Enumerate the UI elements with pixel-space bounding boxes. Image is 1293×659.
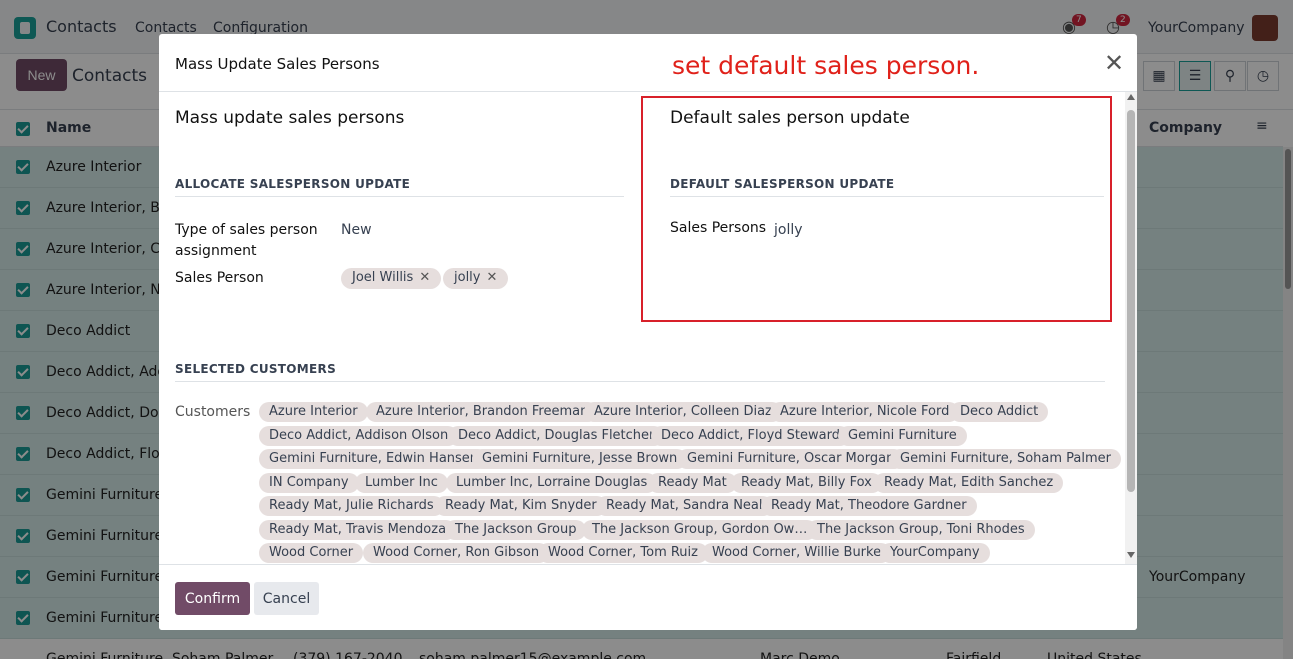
right-heading: Default sales person update xyxy=(670,108,910,128)
customer-tag: The Jackson Group, Gordon Ow… xyxy=(582,520,818,540)
default-subheading: DEFAULT SALESPERSON UPDATE xyxy=(670,177,1104,197)
customer-tag: Lumber Inc xyxy=(355,473,448,493)
customer-tag: Lumber Inc, Lorraine Douglas xyxy=(446,473,658,493)
confirm-button[interactable]: Confirm xyxy=(175,582,250,615)
annotation-highlight-box xyxy=(641,96,1112,322)
customer-tag: Ready Mat, Theodore Gardner xyxy=(761,496,977,516)
type-value[interactable]: New xyxy=(341,222,372,238)
customer-tag: Deco Addict, Douglas Fletcher xyxy=(448,426,665,446)
sales-person-tag: jolly ✕ xyxy=(443,268,509,289)
customer-tag: Deco Addict, Addison Olson xyxy=(259,426,459,446)
sales-persons-label: Sales Persons xyxy=(670,220,767,236)
customer-tag: Gemini Furniture, Oscar Morgan xyxy=(677,449,905,469)
customer-tag: Ready Mat, Edith Sanchez xyxy=(874,473,1064,493)
customer-tag: Azure Interior, Nicole Ford xyxy=(770,402,960,422)
selected-customers-subheading: SELECTED CUSTOMERS xyxy=(175,362,1105,382)
tag-label: Joel Willis xyxy=(352,270,414,285)
type-label: Type of sales person assignment xyxy=(175,222,318,259)
customer-tag: Gemini Furniture, Jesse Brown xyxy=(472,449,688,469)
customer-tag: Wood Corner, Willie Burke xyxy=(702,543,892,563)
annotation-text: set default sales person. xyxy=(672,51,980,80)
scroll-up-icon[interactable] xyxy=(1127,94,1135,100)
customers-label: Customers xyxy=(175,404,251,420)
customer-tag: Ready Mat, Julie Richards xyxy=(259,496,444,516)
customer-tag: Deco Addict xyxy=(950,402,1049,422)
customer-tag: IN Company xyxy=(259,473,359,493)
customer-tag: Wood Corner, Tom Ruiz xyxy=(538,543,708,563)
cancel-button[interactable]: Cancel xyxy=(254,582,319,615)
customer-tag: The Jackson Group, Toni Rhodes xyxy=(807,520,1035,540)
dialog-scrollbar[interactable] xyxy=(1125,92,1137,564)
tag-label: jolly xyxy=(454,270,481,285)
customer-tag: Deco Addict, Floyd Steward xyxy=(651,426,850,446)
mass-update-dialog: Mass Update Sales Persons set default sa… xyxy=(159,34,1137,630)
sales-person-label: Sales Person xyxy=(175,270,264,286)
dialog-title: Mass Update Sales Persons xyxy=(175,55,380,73)
customer-tag: Ready Mat, Travis Mendoza xyxy=(259,520,457,540)
scroll-down-icon[interactable] xyxy=(1127,552,1135,558)
remove-tag-icon[interactable]: ✕ xyxy=(419,270,430,285)
left-heading: Mass update sales persons xyxy=(175,108,405,128)
customer-tag: Gemini Furniture xyxy=(838,426,967,446)
customer-tag: Azure Interior, Brandon Freeman xyxy=(366,402,599,422)
customer-tag: The Jackson Group xyxy=(445,520,587,540)
customer-tag: Azure Interior, Colleen Diaz xyxy=(584,402,782,422)
dialog-footer: Confirm Cancel xyxy=(159,564,1137,630)
sales-persons-value[interactable]: jolly xyxy=(774,222,803,238)
customer-tag: Gemini Furniture, Soham Palmer xyxy=(890,449,1122,469)
dialog-body: Mass update sales persons ALLOCATE SALES… xyxy=(159,92,1125,564)
customer-tag: Gemini Furniture, Edwin Hansen xyxy=(259,449,489,469)
remove-tag-icon[interactable]: ✕ xyxy=(486,270,497,285)
customer-tag: Azure Interior xyxy=(259,402,368,422)
customer-tag: Ready Mat, Billy Fox xyxy=(731,473,882,493)
sales-person-tag: Joel Willis ✕ xyxy=(341,268,442,289)
customer-tag: Wood Corner xyxy=(259,543,364,563)
allocate-subheading: ALLOCATE SALESPERSON UPDATE xyxy=(175,177,624,197)
customer-tag: Wood Corner, Ron Gibson xyxy=(363,543,550,563)
dialog-scrollbar-thumb[interactable] xyxy=(1127,110,1135,492)
customer-tag: Ready Mat, Sandra Neal xyxy=(596,496,773,516)
customer-tag: Ready Mat, Kim Snyder xyxy=(435,496,607,516)
customer-tag: YourCompany xyxy=(880,543,990,563)
customer-tag: Ready Mat xyxy=(648,473,737,493)
close-icon[interactable]: ✕ xyxy=(1103,51,1125,75)
